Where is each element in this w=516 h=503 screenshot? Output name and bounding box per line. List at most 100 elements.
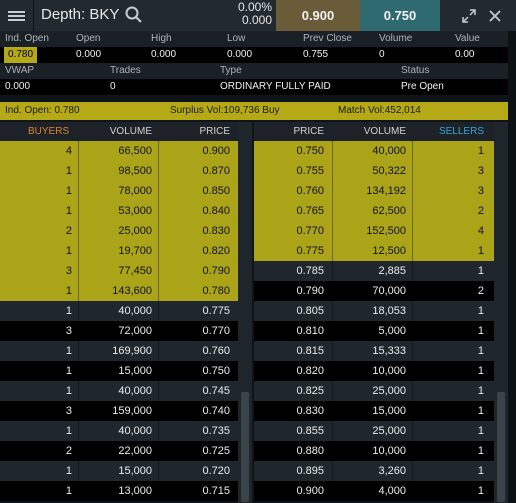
sellers-column-header[interactable]: SELLERS bbox=[439, 122, 484, 141]
buy-row[interactable]: 2 22,000 0.725 bbox=[0, 441, 238, 461]
buy-row[interactable]: 4 66,500 0.900 bbox=[0, 141, 238, 161]
buy-row[interactable]: 1 143,600 0.780 bbox=[0, 281, 238, 301]
best-bid-button[interactable]: 0.900 bbox=[276, 0, 360, 31]
sell-rows: 0.750 40,000 1 0.755 50,322 3 0.760 134,192 3 0.7… bbox=[254, 141, 494, 501]
price-change: 0.00% 0.000 bbox=[214, 0, 272, 32]
sell-row[interactable]: 0.785 2,885 1 bbox=[254, 261, 494, 281]
buy-volume: 77,450 bbox=[118, 265, 152, 277]
sell-row[interactable]: 0.895 3,260 1 bbox=[254, 461, 494, 481]
sell-row[interactable]: 0.790 70,000 2 bbox=[254, 281, 494, 301]
buy-price: 0.840 bbox=[202, 205, 230, 217]
trades-value: 0 bbox=[110, 81, 116, 92]
sell-row[interactable]: 0.815 15,333 1 bbox=[254, 341, 494, 361]
value-value: 0.00 bbox=[455, 49, 475, 60]
buy-row[interactable]: 3 159,000 0.740 bbox=[0, 401, 238, 421]
stats-labels: Ind. Open Open High Low Prev Close Volum… bbox=[0, 31, 508, 47]
buy-count: 1 bbox=[65, 345, 72, 357]
sellers-scrollbar[interactable] bbox=[494, 122, 508, 503]
sell-price: 0.815 bbox=[296, 345, 324, 357]
label-volume: Volume bbox=[379, 33, 413, 44]
buy-count: 2 bbox=[65, 225, 72, 237]
sell-row[interactable]: 0.820 10,000 1 bbox=[254, 361, 494, 381]
buy-row[interactable]: 1 169,900 0.760 bbox=[0, 341, 238, 361]
buy-row[interactable]: 3 72,000 0.770 bbox=[0, 321, 238, 341]
buy-price: 0.775 bbox=[202, 305, 230, 317]
buyers-scroll-thumb[interactable] bbox=[241, 392, 249, 502]
price-change-value: 0.000 bbox=[241, 13, 272, 27]
sell-row[interactable]: 0.810 5,000 1 bbox=[254, 321, 494, 341]
sell-row[interactable]: 0.825 25,000 1 bbox=[254, 381, 494, 401]
sell-price: 0.790 bbox=[296, 285, 324, 297]
buy-price-column-header[interactable]: PRICE bbox=[199, 122, 230, 141]
sell-row[interactable]: 0.765 62,500 2 bbox=[254, 201, 494, 221]
buy-rows: 4 66,500 0.900 1 98,500 0.870 1 78,000 0.850 1 53,… bbox=[0, 141, 238, 501]
buy-price: 0.900 bbox=[202, 145, 230, 157]
buy-row[interactable]: 1 15,000 0.750 bbox=[0, 361, 238, 381]
sell-price: 0.810 bbox=[296, 325, 324, 337]
buy-row[interactable]: 1 13,000 0.715 bbox=[0, 481, 238, 501]
buyers-scrollbar[interactable] bbox=[238, 122, 252, 503]
buy-count: 3 bbox=[65, 265, 72, 277]
sell-count: 4 bbox=[477, 225, 484, 237]
sellers-book: PRICE VOLUME SELLERS 0.750 40,000 1 0.755 50… bbox=[254, 122, 494, 503]
sell-count: 3 bbox=[477, 185, 484, 197]
status-value: Pre Open bbox=[401, 81, 444, 92]
buy-price: 0.715 bbox=[202, 485, 230, 497]
buy-row[interactable]: 1 98,500 0.870 bbox=[0, 161, 238, 181]
buy-count: 1 bbox=[65, 185, 72, 197]
buy-row[interactable]: 1 40,000 0.745 bbox=[0, 381, 238, 401]
sell-volume: 70,000 bbox=[372, 285, 406, 297]
sell-price: 0.785 bbox=[296, 265, 324, 277]
sell-row[interactable]: 0.805 18,053 1 bbox=[254, 301, 494, 321]
hamburger-menu-icon[interactable] bbox=[0, 0, 34, 31]
buy-volume: 13,000 bbox=[118, 485, 152, 497]
buy-row[interactable]: 2 25,000 0.830 bbox=[0, 221, 238, 241]
sell-row[interactable]: 0.760 134,192 3 bbox=[254, 181, 494, 201]
buy-volume: 72,000 bbox=[118, 325, 152, 337]
buy-price: 0.770 bbox=[202, 325, 230, 337]
sell-price-column-header[interactable]: PRICE bbox=[293, 122, 324, 141]
sellers-scroll-thumb[interactable] bbox=[497, 392, 505, 502]
match-volume: Match Vol:452,014 bbox=[338, 105, 421, 116]
buy-count: 1 bbox=[65, 465, 72, 477]
buyers-column-header[interactable]: BUYERS bbox=[28, 122, 69, 141]
sell-row[interactable]: 0.775 12,500 1 bbox=[254, 241, 494, 261]
prev-close-value: 0.755 bbox=[303, 49, 329, 60]
sell-volume: 62,500 bbox=[372, 205, 406, 217]
stats-labels-2: VWAP Trades Type Status bbox=[0, 63, 508, 79]
sell-row[interactable]: 0.770 152,500 4 bbox=[254, 221, 494, 241]
sell-row[interactable]: 0.750 40,000 1 bbox=[254, 141, 494, 161]
sell-row[interactable]: 0.830 15,000 1 bbox=[254, 401, 494, 421]
sell-count: 3 bbox=[477, 165, 484, 177]
sell-row[interactable]: 0.880 10,000 1 bbox=[254, 441, 494, 461]
ind-open-value: 0.780 bbox=[4, 47, 38, 63]
sell-price: 0.770 bbox=[296, 225, 324, 237]
buyers-book: BUYERS VOLUME PRICE 4 66,500 0.900 1 98,500 0… bbox=[0, 122, 238, 503]
buy-row[interactable]: 1 19,700 0.820 bbox=[0, 241, 238, 261]
sell-price: 0.750 bbox=[296, 145, 324, 157]
buy-row[interactable]: 1 78,000 0.850 bbox=[0, 181, 238, 201]
sell-volume: 12,500 bbox=[372, 245, 406, 257]
expand-icon[interactable] bbox=[456, 0, 482, 31]
sell-row[interactable]: 0.855 25,000 1 bbox=[254, 421, 494, 441]
buy-price: 0.745 bbox=[202, 385, 230, 397]
sell-price: 0.880 bbox=[296, 445, 324, 457]
buy-row[interactable]: 1 40,000 0.735 bbox=[0, 421, 238, 441]
buy-price: 0.725 bbox=[202, 445, 230, 457]
best-ask-button[interactable]: 0.750 bbox=[360, 0, 440, 31]
buy-row[interactable]: 1 40,000 0.775 bbox=[0, 301, 238, 321]
sell-volume-column-header[interactable]: VOLUME bbox=[364, 122, 406, 141]
buy-count: 1 bbox=[65, 205, 72, 217]
sell-volume: 152,500 bbox=[366, 225, 406, 237]
label-type: Type bbox=[220, 65, 242, 76]
buy-row[interactable]: 3 77,450 0.790 bbox=[0, 261, 238, 281]
close-icon[interactable] bbox=[482, 0, 508, 31]
sell-row[interactable]: 0.900 4,000 1 bbox=[254, 481, 494, 501]
buy-row[interactable]: 1 53,000 0.840 bbox=[0, 201, 238, 221]
sell-row[interactable]: 0.755 50,322 3 bbox=[254, 161, 494, 181]
buy-volume: 25,000 bbox=[118, 225, 152, 237]
search-icon[interactable] bbox=[124, 5, 144, 25]
buy-row[interactable]: 1 15,000 0.720 bbox=[0, 461, 238, 481]
stats-values-2: 0.000 0 ORDINARY FULLY PAID Pre Open bbox=[0, 79, 508, 95]
buy-volume-column-header[interactable]: VOLUME bbox=[110, 122, 152, 141]
